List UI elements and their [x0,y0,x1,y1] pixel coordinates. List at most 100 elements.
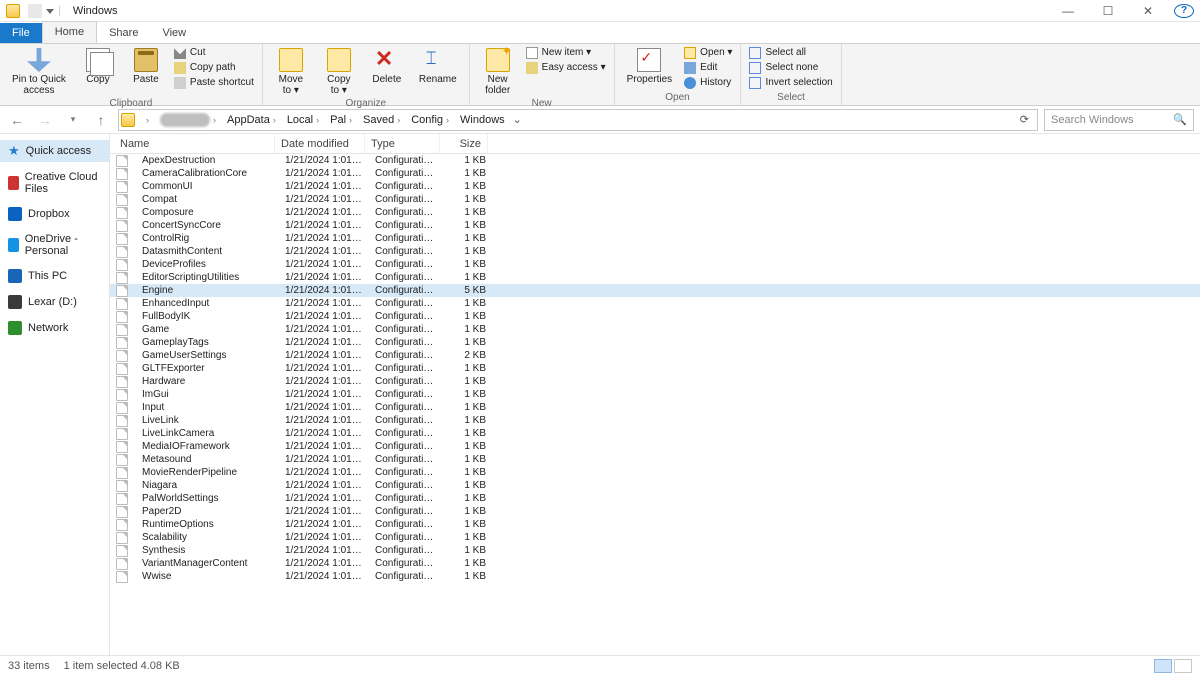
file-row[interactable]: ApexDestruction1/21/2024 1:01 PMConfigur… [110,154,1200,167]
column-date[interactable]: Date modified [275,134,365,153]
edit-button[interactable]: Edit [684,61,732,74]
properties-button[interactable]: Properties [623,46,677,87]
tab-file[interactable]: File [0,23,42,43]
breadcrumb-saved[interactable]: Saved› [359,114,407,126]
file-row[interactable]: DeviceProfiles1/21/2024 1:01 PMConfigura… [110,258,1200,271]
file-row[interactable]: GameUserSettings1/21/2024 1:01 PMConfigu… [110,349,1200,362]
file-row[interactable]: FullBodyIK1/21/2024 1:01 PMConfiguration… [110,310,1200,323]
breadcrumb-appdata[interactable]: AppData› [223,114,283,126]
close-button[interactable]: ✕ [1128,0,1168,22]
file-type: Configuration sett... [369,519,444,530]
file-row[interactable]: LiveLink1/21/2024 1:01 PMConfiguration s… [110,414,1200,427]
paste-button[interactable]: Paste [126,46,166,87]
select-none-button[interactable]: Select none [749,61,832,74]
recent-locations-button[interactable]: ▾ [62,109,84,131]
forward-button[interactable]: → [34,109,56,131]
invert-selection-button[interactable]: Invert selection [749,76,832,89]
breadcrumb-user[interactable] [160,113,210,127]
open-button[interactable]: Open ▾ [684,46,732,59]
up-button[interactable]: ↑ [90,109,112,131]
breadcrumb-local[interactable]: Local› [283,114,326,126]
new-folder-button[interactable]: New folder [478,46,518,98]
file-icon [116,428,128,440]
file-row[interactable]: EditorScriptingUtilities1/21/2024 1:01 P… [110,271,1200,284]
qat-icon[interactable] [28,4,42,18]
file-row[interactable]: Hardware1/21/2024 1:01 PMConfiguration s… [110,375,1200,388]
address-bar[interactable]: › › AppData› Local› Pal› Saved› Config› … [118,109,1038,131]
file-row[interactable]: Wwise1/21/2024 1:01 PMConfiguration sett… [110,570,1200,583]
view-large-icons-button[interactable] [1174,659,1192,673]
qat-dropdown-icon[interactable] [46,9,54,14]
column-name[interactable]: Name [110,134,275,153]
delete-button[interactable]: ✕Delete [367,46,407,87]
sidebar-onedrive[interactable]: OneDrive - Personal [0,230,109,260]
file-row[interactable]: RuntimeOptions1/21/2024 1:01 PMConfigura… [110,518,1200,531]
file-row[interactable]: GameplayTags1/21/2024 1:01 PMConfigurati… [110,336,1200,349]
sidebar-creative-cloud[interactable]: Creative Cloud Files [0,168,109,198]
file-type: Configuration sett... [369,363,444,374]
file-row[interactable]: Scalability1/21/2024 1:01 PMConfiguratio… [110,531,1200,544]
file-row[interactable]: Input1/21/2024 1:01 PMConfiguration sett… [110,401,1200,414]
file-date: 1/21/2024 1:01 PM [279,194,369,205]
file-row[interactable]: Synthesis1/21/2024 1:01 PMConfiguration … [110,544,1200,557]
file-row[interactable]: LiveLinkCamera1/21/2024 1:01 PMConfigura… [110,427,1200,440]
paste-shortcut-button[interactable]: Paste shortcut [174,76,254,89]
search-input[interactable]: Search Windows 🔍 [1044,109,1194,131]
maximize-button[interactable]: ☐ [1088,0,1128,22]
file-size: 1 KB [444,480,492,491]
refresh-icon[interactable]: ⟳ [1014,113,1035,126]
file-row[interactable]: CameraCalibrationCore1/21/2024 1:01 PMCo… [110,167,1200,180]
sidebar-this-pc[interactable]: This PC [0,266,109,286]
history-button[interactable]: History [684,76,732,89]
column-size[interactable]: Size [440,134,488,153]
file-date: 1/21/2024 1:01 PM [279,467,369,478]
file-row[interactable]: ControlRig1/21/2024 1:01 PMConfiguration… [110,232,1200,245]
pin-icon [27,48,51,72]
copy-to-button[interactable]: Copy to ▾ [319,46,359,98]
breadcrumb-pal[interactable]: Pal› [326,114,359,126]
file-row[interactable]: PalWorldSettings1/21/2024 1:01 PMConfigu… [110,492,1200,505]
file-row[interactable]: EnhancedInput1/21/2024 1:01 PMConfigurat… [110,297,1200,310]
file-name: DeviceProfiles [132,259,279,270]
file-row[interactable]: MediaIOFramework1/21/2024 1:01 PMConfigu… [110,440,1200,453]
file-row[interactable]: Paper2D1/21/2024 1:01 PMConfiguration se… [110,505,1200,518]
file-row[interactable]: Composure1/21/2024 1:01 PMConfiguration … [110,206,1200,219]
sidebar-quick-access[interactable]: ★Quick access [0,140,109,162]
file-row[interactable]: Niagara1/21/2024 1:01 PMConfiguration se… [110,479,1200,492]
pin-to-quick-access-button[interactable]: Pin to Quick access [8,46,70,98]
tab-share[interactable]: Share [97,23,150,43]
breadcrumb-config[interactable]: Config› [407,114,456,126]
file-row[interactable]: Engine1/21/2024 1:01 PMConfiguration set… [110,284,1200,297]
rename-button[interactable]: ⌶Rename [415,46,461,87]
copy-button[interactable]: Copy [78,46,118,87]
minimize-button[interactable]: — [1048,0,1088,22]
view-details-button[interactable] [1154,659,1172,673]
file-row[interactable]: CommonUI1/21/2024 1:01 PMConfiguration s… [110,180,1200,193]
move-to-button[interactable]: Move to ▾ [271,46,311,98]
file-row[interactable]: MovieRenderPipeline1/21/2024 1:01 PMConf… [110,466,1200,479]
file-row[interactable]: Metasound1/21/2024 1:01 PMConfiguration … [110,453,1200,466]
address-dropdown-icon[interactable]: ⌄ [509,113,526,126]
file-icon [116,207,128,219]
back-button[interactable]: ← [6,109,28,131]
file-row[interactable]: ImGui1/21/2024 1:01 PMConfiguration sett… [110,388,1200,401]
new-item-button[interactable]: New item ▾ [526,46,606,59]
file-row[interactable]: VariantManagerContent1/21/2024 1:01 PMCo… [110,557,1200,570]
file-row[interactable]: DatasmithContent1/21/2024 1:01 PMConfigu… [110,245,1200,258]
file-row[interactable]: Game1/21/2024 1:01 PMConfiguration sett.… [110,323,1200,336]
column-type[interactable]: Type [365,134,440,153]
select-all-button[interactable]: Select all [749,46,832,59]
sidebar-dropbox[interactable]: Dropbox [0,204,109,224]
tab-view[interactable]: View [150,23,198,43]
file-row[interactable]: GLTFExporter1/21/2024 1:01 PMConfigurati… [110,362,1200,375]
tab-home[interactable]: Home [42,21,97,43]
copy-path-button[interactable]: Copy path [174,61,254,74]
easy-access-button[interactable]: Easy access ▾ [526,61,606,74]
sidebar-network[interactable]: Network [0,318,109,338]
sidebar-lexar[interactable]: Lexar (D:) [0,292,109,312]
breadcrumb-windows[interactable]: Windows [456,114,509,126]
file-row[interactable]: ConcertSyncCore1/21/2024 1:01 PMConfigur… [110,219,1200,232]
file-row[interactable]: Compat1/21/2024 1:01 PMConfiguration set… [110,193,1200,206]
cut-button[interactable]: Cut [174,46,254,59]
help-icon[interactable]: ? [1174,4,1194,18]
